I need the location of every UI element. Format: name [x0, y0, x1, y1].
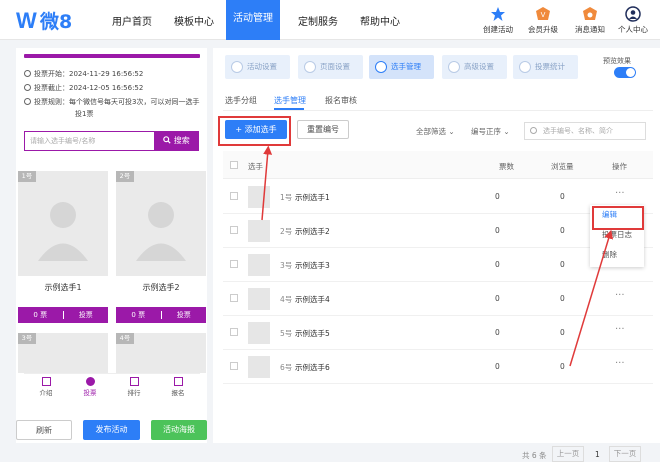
next-page-button[interactable]: 下一页	[609, 446, 641, 462]
pagination-total: 共 6 条	[522, 451, 547, 460]
arrow-to-edit	[569, 229, 614, 367]
arrow-to-add-button	[261, 145, 273, 221]
annotation-arrows	[261, 145, 614, 367]
prev-page-button[interactable]: 上一页	[552, 446, 584, 462]
current-page[interactable]: 1	[595, 450, 600, 459]
